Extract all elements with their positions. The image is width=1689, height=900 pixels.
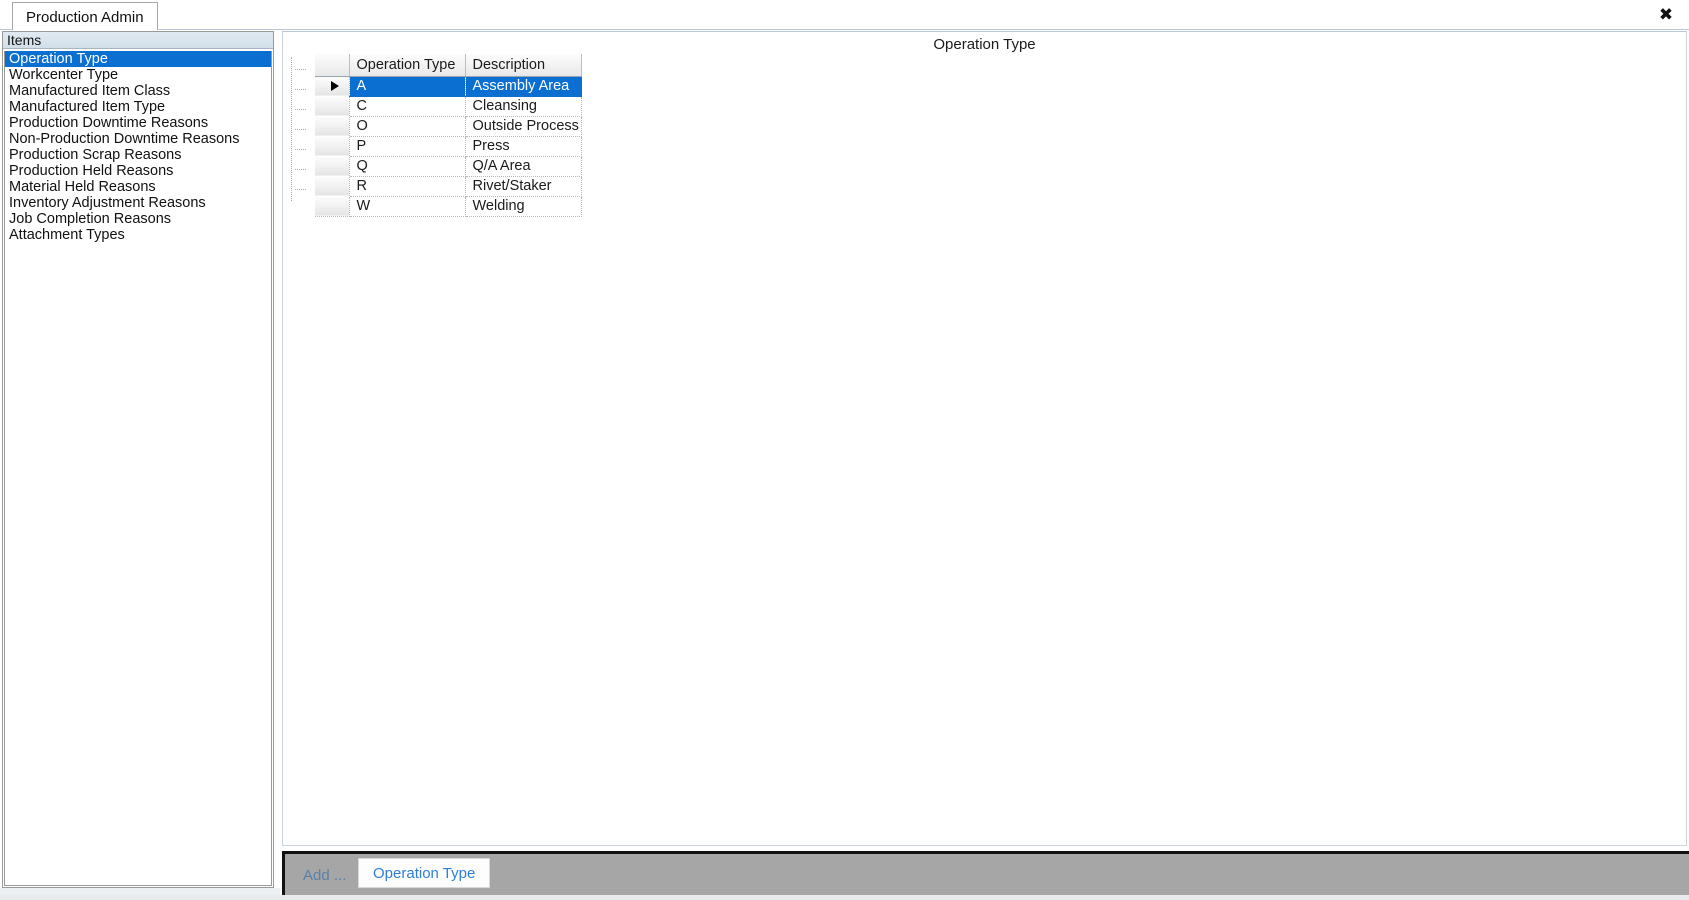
sidebar-panel: Items Operation Type Workcenter Type Man… <box>2 31 274 888</box>
add-operation-type-button[interactable]: Operation Type <box>358 858 491 888</box>
row-selector-cell[interactable] <box>315 135 350 157</box>
cell-code[interactable]: W <box>349 196 466 217</box>
cell-description[interactable]: Press <box>465 136 582 157</box>
grid-column-header-operation-type[interactable]: Operation Type <box>349 54 466 77</box>
cell-code[interactable]: P <box>349 136 466 157</box>
grid-body: A Assembly Area C Cleansing O Outside Pr… <box>315 75 582 217</box>
sidebar-item-job-completion-reasons[interactable]: Job Completion Reasons <box>5 211 271 227</box>
add-label: Add ... <box>303 867 347 884</box>
cell-description[interactable]: Outside Process <box>465 116 582 137</box>
sidebar-header-label: Items <box>7 32 42 48</box>
sidebar-item-attachment-types[interactable]: Attachment Types <box>5 227 271 243</box>
cell-description[interactable]: Rivet/Staker <box>465 176 582 197</box>
sidebar-items-list[interactable]: Operation Type Workcenter Type Manufactu… <box>4 51 272 886</box>
sidebar-item-manufactured-item-class[interactable]: Manufactured Item Class <box>5 83 271 99</box>
table-row[interactable]: C Cleansing <box>315 95 582 117</box>
grid-header-row: Operation Type Description <box>315 54 582 77</box>
table-row[interactable]: A Assembly Area <box>315 75 582 97</box>
cell-description[interactable]: Welding <box>465 196 582 217</box>
sidebar-item-material-held-reasons[interactable]: Material Held Reasons <box>5 179 271 195</box>
bottom-toolbar: Add ... Operation Type <box>282 851 1689 895</box>
cell-code[interactable]: A <box>349 76 466 97</box>
current-row-arrow-icon <box>331 81 340 92</box>
sidebar-item-manufactured-item-type[interactable]: Manufactured Item Type <box>5 99 271 115</box>
cell-description[interactable]: Assembly Area <box>465 76 582 97</box>
cell-description[interactable]: Cleansing <box>465 96 582 117</box>
sidebar-item-operation-type[interactable]: Operation Type <box>5 51 271 67</box>
grid-column-header-description[interactable]: Description <box>465 54 582 77</box>
row-selector-cell[interactable] <box>315 75 350 97</box>
cell-code[interactable]: O <box>349 116 466 137</box>
table-row[interactable]: W Welding <box>315 195 582 217</box>
sidebar-item-non-production-downtime-reasons[interactable]: Non-Production Downtime Reasons <box>5 131 271 147</box>
cell-code[interactable]: R <box>349 176 466 197</box>
window-bottom-strip <box>0 895 1689 900</box>
row-selector-cell[interactable] <box>315 155 350 177</box>
tab-label: Production Admin <box>26 9 144 26</box>
sidebar-item-production-scrap-reasons[interactable]: Production Scrap Reasons <box>5 147 271 163</box>
grid-table: Operation Type Description A Assembly Ar… <box>315 54 582 217</box>
table-row[interactable]: O Outside Process <box>315 115 582 137</box>
operation-type-grid[interactable]: Operation Type Description A Assembly Ar… <box>289 54 601 217</box>
sidebar-item-workcenter-type[interactable]: Workcenter Type <box>5 67 271 83</box>
row-selector-cell[interactable] <box>315 95 350 117</box>
table-row[interactable]: R Rivet/Staker <box>315 175 582 197</box>
cell-code[interactable]: Q <box>349 156 466 177</box>
tab-strip: Production Admin ✖ <box>0 0 1689 30</box>
row-selector-cell[interactable] <box>315 175 350 197</box>
page-title: Operation Type <box>933 36 1036 53</box>
cell-description[interactable]: Q/A Area <box>465 156 582 177</box>
cell-code[interactable]: C <box>349 96 466 117</box>
row-selector-cell[interactable] <box>315 115 350 137</box>
row-selector-cell[interactable] <box>315 195 350 217</box>
table-row[interactable]: P Press <box>315 135 582 157</box>
table-row[interactable]: Q Q/A Area <box>315 155 582 177</box>
sidebar-header: Items <box>3 32 273 49</box>
sidebar-item-production-held-reasons[interactable]: Production Held Reasons <box>5 163 271 179</box>
sidebar-item-production-downtime-reasons[interactable]: Production Downtime Reasons <box>5 115 271 131</box>
tab-production-admin[interactable]: Production Admin <box>12 2 158 30</box>
sidebar-item-inventory-adjustment-reasons[interactable]: Inventory Adjustment Reasons <box>5 195 271 211</box>
grid-corner-cell <box>315 54 350 77</box>
close-icon[interactable]: ✖ <box>1653 3 1679 27</box>
main-content-panel: Operation Type Operation Type Descriptio… <box>282 31 1687 846</box>
